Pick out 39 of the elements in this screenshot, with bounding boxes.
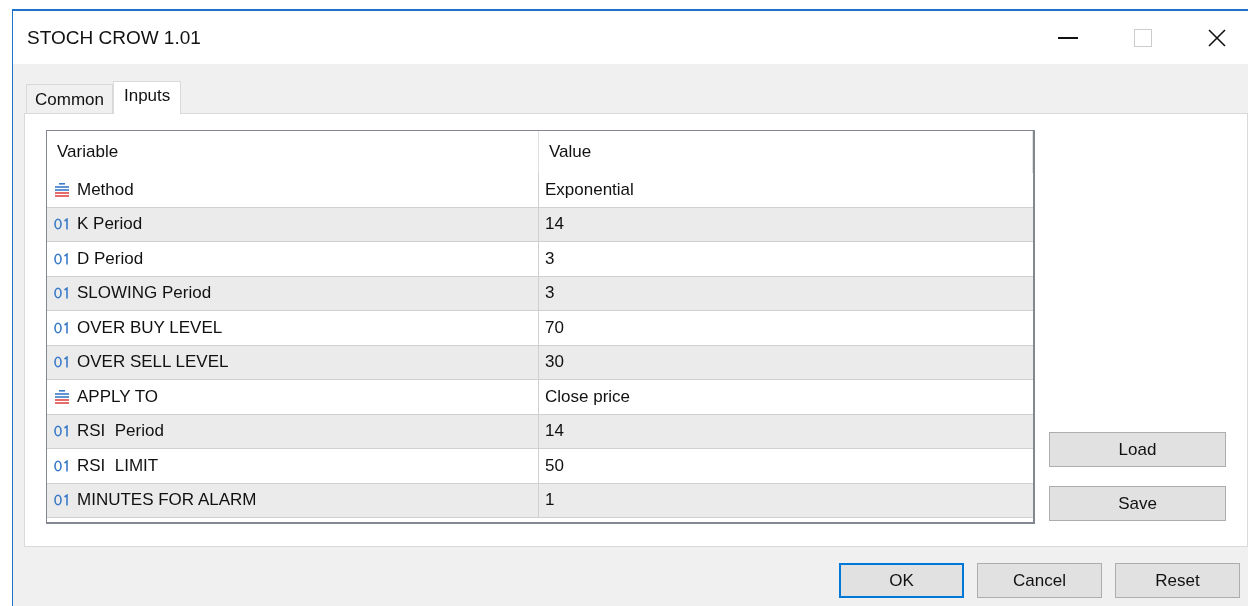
integer-type-icon [54,425,70,438]
variable-name: RSI Period [77,421,164,442]
value-cell[interactable]: 1 [539,483,1033,517]
variable-name: Method [77,179,134,200]
side-button[interactable]: Load [1049,432,1226,467]
value-cell[interactable]: Close price [539,380,1033,414]
tab[interactable]: Inputs [112,81,182,114]
dialog-button[interactable]: Cancel [977,563,1102,598]
value-cell[interactable]: 3 [539,242,1033,276]
tab[interactable]: Common [26,84,113,113]
integer-type-icon [54,287,70,300]
variable-name: K Period [77,214,143,235]
integer-type-icon [54,252,70,265]
variable-name: SLOWING Period [77,283,212,304]
side-button[interactable]: Save [1049,486,1226,521]
integer-type-icon [54,494,70,507]
dialog-button[interactable]: Reset [1115,563,1240,598]
enum-list-icon [54,182,70,197]
integer-type-icon [54,321,70,334]
value-cell[interactable]: Exponential [539,173,1033,207]
integer-type-icon [54,459,70,472]
close-icon[interactable] [1208,28,1226,47]
integer-type-icon [54,356,70,369]
variable-name: D Period [77,248,144,269]
value-cell[interactable]: 3 [539,276,1033,310]
value-cell[interactable]: 50 [539,449,1033,483]
value-cell[interactable]: 14 [539,414,1033,448]
integer-type-icon [54,218,70,231]
enum-list-icon [54,389,70,404]
value-cell[interactable]: 70 [539,311,1033,345]
value-cell[interactable]: 14 [539,207,1033,241]
value-cell[interactable]: 30 [539,345,1033,379]
variable-name: RSI LIMIT [77,455,159,476]
variable-name: OVER SELL LEVEL [77,352,229,373]
variable-name: MINUTES FOR ALARM [77,490,257,511]
dialog-button[interactable]: OK [839,563,964,598]
variable-name: OVER BUY LEVEL [77,317,223,338]
variable-name: APPLY TO [77,386,158,407]
window-title: STOCH CROW 1.01 [27,26,201,49]
